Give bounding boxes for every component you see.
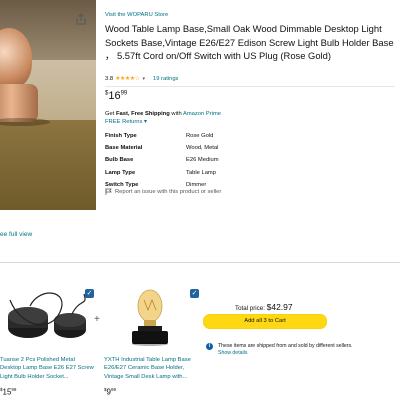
- spec-value: Dimmer: [186, 181, 207, 188]
- image-table-surface: [0, 120, 96, 210]
- report-issue-link[interactable]: Report an issue with this product or sel…: [115, 189, 221, 195]
- fbt-item-title-1[interactable]: Tuanse 2 Pcs Polished Metal Desktop Lamp…: [0, 356, 96, 381]
- spec-key: Finish Type: [105, 133, 137, 140]
- rating-value: 3.8: [105, 75, 114, 82]
- sellers-notice: i These items are shipped from and sold …: [206, 343, 356, 357]
- delivery-bold: Fast, Free Shipping: [115, 111, 170, 117]
- spec-row: Finish Type Rose Gold: [105, 130, 305, 142]
- spec-value: Rose Gold: [186, 133, 214, 140]
- spec-value: E26 Medium: [186, 157, 219, 164]
- fbt-checkbox-2[interactable]: ✓: [190, 289, 199, 298]
- total-price: Total price: $42.97: [235, 302, 293, 312]
- report-issue-row[interactable]: Report an issue with this product or sel…: [105, 188, 221, 195]
- fbt-checkbox-1[interactable]: ✓: [85, 289, 94, 298]
- prime-link[interactable]: Amazon Prime: [183, 111, 221, 117]
- see-full-view-link[interactable]: ee full view: [0, 231, 32, 238]
- delivery-info: Get Fast, Free Shipping with Amazon Prim…: [105, 111, 221, 117]
- fbt-item-price-1: $1599: [0, 387, 16, 397]
- fbt-item-image-2[interactable]: [104, 286, 194, 348]
- add-all-to-cart-button[interactable]: Add all 3 to Cart: [203, 314, 327, 329]
- price-cents: 99: [120, 90, 128, 97]
- notice-text: These items are shipped from and sold by…: [218, 343, 353, 357]
- product-main-image[interactable]: [0, 0, 96, 210]
- checkmark-icon: ✓: [191, 290, 198, 297]
- show-details-link[interactable]: Show details: [218, 350, 353, 357]
- divider: [105, 86, 395, 87]
- product-specs-table: Finish Type Rose Gold Base Material Wood…: [105, 130, 305, 191]
- chevron-down-icon[interactable]: ▾: [142, 76, 145, 82]
- flag-icon: [105, 188, 112, 195]
- price-cents: 99: [11, 387, 17, 392]
- spec-key: Base Material: [105, 145, 143, 152]
- ratings-count-link[interactable]: 19 ratings: [153, 76, 178, 82]
- info-icon: i: [206, 343, 213, 350]
- spec-key: Switch Type: [105, 181, 139, 188]
- spec-row: Base Material Wood, Metal: [105, 142, 305, 154]
- product-price: $1699: [105, 90, 127, 102]
- spec-value: Wood, Metal: [186, 145, 219, 152]
- plus-icon: +: [94, 314, 100, 325]
- notice-message: These items are shipped from and sold by…: [218, 343, 353, 349]
- price-whole: 16: [108, 90, 121, 102]
- spec-row: Bulb Base E26 Medium: [105, 154, 305, 166]
- product-title: Wood Table Lamp Base,Small Oak Wood Dimm…: [105, 23, 394, 61]
- fbt-item-price-2: $999: [104, 387, 116, 397]
- delivery-mid: with: [169, 111, 183, 117]
- checkmark-icon: ✓: [86, 290, 93, 297]
- star-rating-icon[interactable]: ★★★★☆: [115, 75, 140, 82]
- total-amount: $42.97: [266, 302, 293, 312]
- delivery-prefix: Get: [105, 111, 116, 117]
- store-link[interactable]: Visit the WOPARU Store: [105, 12, 168, 18]
- image-lamp-base: [0, 84, 38, 122]
- fbt-item-image-1[interactable]: [0, 286, 92, 348]
- spec-row: Lamp Type Table Lamp: [105, 167, 305, 179]
- spec-key: Bulb Base: [105, 157, 134, 164]
- rating-row: 3.8 ★★★★☆ ▾ 19 ratings: [105, 75, 178, 83]
- total-label: Total price:: [235, 305, 267, 312]
- fbt-item-title-2[interactable]: YXTH Industrial Table Lamp Base E26/E27 …: [104, 356, 200, 381]
- spec-key: Lamp Type: [105, 169, 136, 176]
- share-icon[interactable]: [76, 13, 86, 25]
- spec-value: Table Lamp: [186, 169, 216, 176]
- price-cents: 99: [110, 387, 116, 392]
- free-returns-link[interactable]: FREE Returns ▾: [105, 119, 147, 125]
- divider: [0, 262, 400, 263]
